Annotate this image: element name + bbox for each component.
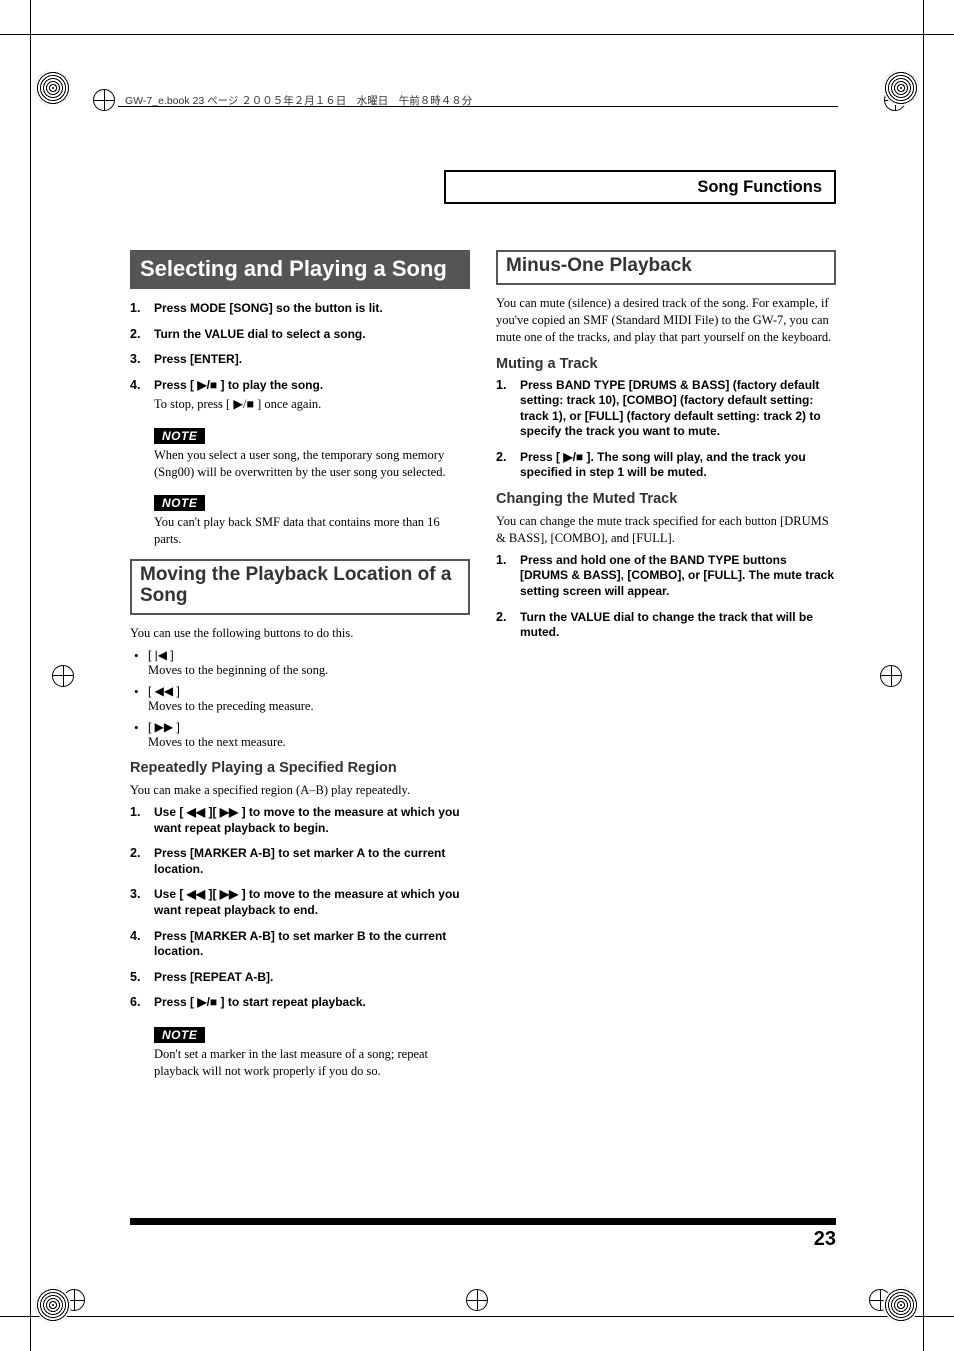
playback-buttons-list: [ |◀ ]Moves to the beginning of the song…: [130, 648, 470, 750]
step-number: 6.: [130, 995, 144, 1011]
step-text: Use [ ◀◀ ][ ▶▶ ] to move to the measure …: [154, 805, 470, 836]
step-text: Turn the VALUE dial to select a song.: [154, 327, 470, 343]
step-text: Press [REPEAT A-B].: [154, 970, 470, 986]
color-registration-icon: [883, 70, 919, 106]
crop-line-bottom: [0, 1316, 954, 1317]
step-text: Press and hold one of the BAND TYPE butt…: [520, 553, 836, 600]
right-column: Minus-One Playback You can mute (silence…: [496, 250, 836, 1088]
step-item: 1.Press BAND TYPE [DRUMS & BASS] (factor…: [496, 378, 836, 440]
step-number: 1.: [130, 805, 144, 836]
list-item: [ |◀ ]Moves to the beginning of the song…: [130, 648, 470, 678]
page-content: Song Functions Selecting and Playing a S…: [130, 170, 836, 1251]
rewind-icon: [ ◀◀ ]: [148, 684, 180, 698]
footer-rule: [130, 1218, 836, 1225]
step-text: Press [ ▶/■ ] to play the song. To stop, …: [154, 378, 470, 412]
crop-line-top: [0, 34, 954, 35]
step-number: 1.: [496, 378, 510, 440]
registration-mark-icon: [880, 665, 902, 687]
steps-select-play: 1. Press MODE [SONG] so the button is lit…: [130, 301, 470, 412]
step-text: Press [MARKER A-B] to set marker B to th…: [154, 929, 470, 960]
crop-line-right: [923, 0, 924, 1351]
section-title: Song Functions: [697, 178, 822, 197]
page-number: 23: [814, 1228, 836, 1251]
registration-mark-icon: [466, 1289, 488, 1311]
skip-start-icon: [ |◀ ]: [148, 648, 174, 662]
list-item: [ ◀◀ ]Moves to the preceding measure.: [130, 684, 470, 714]
step-number: 2.: [130, 327, 144, 343]
fast-forward-icon: [ ▶▶ ]: [148, 720, 180, 734]
step-number: 3.: [130, 352, 144, 368]
steps-changing-muted: 1.Press and hold one of the BAND TYPE bu…: [496, 553, 836, 641]
step-item: 4. Press [ ▶/■ ] to play the song. To stop…: [130, 378, 470, 412]
heading-repeat-region: Repeatedly Playing a Specified Region: [130, 760, 470, 776]
registration-mark-icon: [93, 89, 115, 111]
heading-changing-muted-track: Changing the Muted Track: [496, 491, 836, 507]
intro-text: You can use the following buttons to do …: [130, 625, 470, 642]
step-item: 1. Press MODE [SONG] so the button is lit…: [130, 301, 470, 317]
step-text: Press MODE [SONG] so the button is lit.: [154, 301, 470, 317]
crop-line-left: [30, 0, 31, 1351]
color-registration-icon: [35, 70, 71, 106]
step-number: 3.: [130, 887, 144, 918]
step-number: 2.: [496, 450, 510, 481]
step-text: Press BAND TYPE [DRUMS & BASS] (factory …: [520, 378, 836, 440]
step-item: 5. Press [REPEAT A-B].: [130, 970, 470, 986]
button-desc: Moves to the beginning of the song.: [148, 663, 470, 678]
heading-minus-one-playback: Minus-One Playback: [496, 250, 836, 285]
step-number: 1.: [496, 553, 510, 600]
step-number: 2.: [130, 846, 144, 877]
step-number: 5.: [130, 970, 144, 986]
step-number: 4.: [130, 378, 144, 412]
step-item: 6. Press [ ▶/■ ] to start repeat playback…: [130, 995, 470, 1011]
step-item: 1.Press and hold one of the BAND TYPE bu…: [496, 553, 836, 600]
color-registration-icon: [883, 1287, 919, 1323]
header-breadcrumb: GW-7_e.book 23 ページ ２００５年２月１６日 水曜日 午前８時４８…: [125, 93, 472, 108]
section-title-box: Song Functions: [444, 170, 836, 204]
step-text: Press [ENTER].: [154, 352, 470, 368]
note-badge: NOTE: [154, 428, 205, 444]
heading-muting-track: Muting a Track: [496, 356, 836, 372]
intro-text: You can make a specified region (A–B) pl…: [130, 782, 470, 799]
step-number: 2.: [496, 610, 510, 641]
step-item: 2. Turn the VALUE dial to change the trac…: [496, 610, 836, 641]
note-badge: NOTE: [154, 1027, 205, 1043]
step-text: Press [MARKER A-B] to set marker A to th…: [154, 846, 470, 877]
list-item: [ ▶▶ ]Moves to the next measure.: [130, 720, 470, 750]
step-item: 2. Press [MARKER A-B] to set marker A to …: [130, 846, 470, 877]
step-text: Press [ ▶/■ ] to start repeat playback.: [154, 995, 470, 1011]
step-item: 3. Use [ ◀◀ ][ ▶▶ ] to move to the measur…: [130, 887, 470, 918]
note-badge: NOTE: [154, 495, 205, 511]
heading-selecting-playing-song: Selecting and Playing a Song: [130, 250, 470, 289]
step-text: Turn the VALUE dial to change the track …: [520, 610, 836, 641]
intro-text: You can mute (silence) a desired track o…: [496, 295, 836, 346]
intro-text: You can change the mute track specified …: [496, 513, 836, 547]
note-text: Don't set a marker in the last measure o…: [154, 1046, 470, 1080]
step-item: 2. Turn the VALUE dial to select a song.: [130, 327, 470, 343]
step-item: 4. Press [MARKER A-B] to set marker B to …: [130, 929, 470, 960]
step-text: Press [ ▶/■ ]. The song will play, and t…: [520, 450, 836, 481]
steps-repeat-region: 1. Use [ ◀◀ ][ ▶▶ ] to move to the measur…: [130, 805, 470, 1011]
step-text: Use [ ◀◀ ][ ▶▶ ] to move to the measure …: [154, 887, 470, 918]
step-item: 3. Press [ENTER].: [130, 352, 470, 368]
button-desc: Moves to the next measure.: [148, 735, 470, 750]
step-sub-text: To stop, press [ ▶/■ ] once again.: [154, 396, 470, 412]
button-desc: Moves to the preceding measure.: [148, 699, 470, 714]
steps-muting-track: 1.Press BAND TYPE [DRUMS & BASS] (factor…: [496, 378, 836, 482]
step-number: 1.: [130, 301, 144, 317]
step-item: 2. Press [ ▶/■ ]. The song will play, and…: [496, 450, 836, 481]
step-main-text: Press [ ▶/■ ] to play the song.: [154, 378, 323, 392]
heading-moving-playback-location: Moving the Playback Location of a Song: [130, 559, 470, 615]
color-registration-icon: [35, 1287, 71, 1323]
note-text: When you select a user song, the tempora…: [154, 447, 470, 481]
registration-mark-icon: [52, 665, 74, 687]
step-item: 1. Use [ ◀◀ ][ ▶▶ ] to move to the measur…: [130, 805, 470, 836]
step-number: 4.: [130, 929, 144, 960]
left-column: Selecting and Playing a Song 1. Press MOD…: [130, 250, 470, 1088]
note-text: You can't play back SMF data that contai…: [154, 514, 470, 548]
